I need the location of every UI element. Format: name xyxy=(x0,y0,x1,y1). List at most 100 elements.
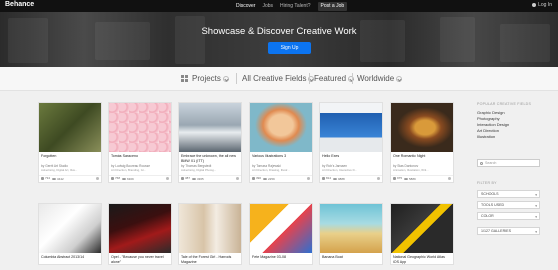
project-thumbnail[interactable] xyxy=(391,103,453,152)
project-thumbnail[interactable] xyxy=(391,204,453,253)
chevron-down-icon: ▾ xyxy=(535,215,537,219)
project-card[interactable]: Hello Exes by Rob's Janssen Art Directio… xyxy=(319,102,383,183)
info-icon[interactable] xyxy=(377,177,380,180)
field-link-interaction-design[interactable]: Interaction Design xyxy=(477,122,509,127)
likes-count: 975 xyxy=(397,176,403,181)
appreciate-icon xyxy=(181,176,184,180)
behance-logo[interactable]: Behance xyxy=(5,1,34,8)
top-nav-bar: Behance Discover Jobs Hiring Talent? Pos… xyxy=(0,0,558,12)
project-title[interactable]: Columbia Abstract 2013/14 xyxy=(39,253,101,264)
views-count: 6309 xyxy=(127,176,134,181)
project-title[interactable]: Embrace the unknown, the all new BMW X1 … xyxy=(179,152,241,163)
project-title[interactable]: One Romantic Night xyxy=(391,152,453,163)
info-icon[interactable] xyxy=(448,177,451,180)
projects-dropdown[interactable]: Projects xyxy=(192,74,229,83)
nav-hiring-talent[interactable]: Hiring Talent? xyxy=(280,1,310,11)
project-title[interactable]: Forgotten xyxy=(39,152,101,163)
views-icon xyxy=(122,177,127,180)
project-thumbnail[interactable] xyxy=(39,103,101,152)
project-title[interactable]: Banana Boat xyxy=(320,253,382,264)
project-stats: 387 3365 xyxy=(179,174,241,182)
worldwide-label: Worldwide xyxy=(357,74,395,83)
chevron-down-icon xyxy=(396,75,403,82)
field-link-photography[interactable]: Photography xyxy=(477,116,500,121)
filter-color-label: COLOR xyxy=(481,214,494,218)
project-card[interactable]: One Romantic Night by Stas Dantonov Anim… xyxy=(390,102,454,183)
project-title[interactable]: Hello Exes xyxy=(320,152,382,163)
nav-discover[interactable]: Discover xyxy=(236,1,255,11)
project-title[interactable]: Tomás Saraceno xyxy=(109,152,171,163)
field-link-art-direction[interactable]: Art Direction xyxy=(477,128,499,133)
worldwide-dropdown[interactable]: Worldwide xyxy=(357,74,403,83)
nav-jobs[interactable]: Jobs xyxy=(262,1,273,11)
filter-galleries-label: 1/127 GALLERIES xyxy=(481,229,511,233)
info-icon[interactable] xyxy=(96,177,99,180)
project-card[interactable]: Forgotten by Gerrit Art Studio Advertisi… xyxy=(38,102,102,183)
project-stats: 814 9888 xyxy=(320,174,382,182)
project-thumbnail[interactable] xyxy=(109,204,171,253)
info-icon[interactable] xyxy=(236,177,239,180)
featured-dropdown[interactable]: Featured xyxy=(314,74,355,83)
appreciate-icon xyxy=(322,176,325,180)
views-icon xyxy=(192,177,197,180)
project-thumbnail[interactable] xyxy=(179,204,241,253)
login-link[interactable]: Log In xyxy=(532,2,552,8)
project-fields: Art Direction, Branding, Gr... xyxy=(111,168,146,172)
filter-schools[interactable]: SCHOOLS ▾ xyxy=(477,190,540,198)
project-card[interactable]: Fete Magazine 03-08 xyxy=(249,203,313,265)
appreciate-icon xyxy=(393,176,396,180)
appreciate-icon xyxy=(111,176,114,180)
project-title[interactable]: Opel - "Because you never travel alone" xyxy=(109,253,171,264)
project-title[interactable]: Tale of the Forest Girl - Harrods Magazi… xyxy=(179,253,241,264)
field-link-illustration[interactable]: Illustration xyxy=(477,134,495,139)
hero-bg-artwork xyxy=(440,17,475,62)
project-stats: 975 5889 xyxy=(391,174,453,182)
creative-fields-label: All Creative Fields xyxy=(242,74,307,83)
views-count: 9888 xyxy=(338,176,345,181)
project-card[interactable]: Banana Boat xyxy=(319,203,383,265)
project-card[interactable]: National Geographic World Atlas iOS App xyxy=(390,203,454,265)
project-card[interactable]: Various Illustrations 3 by Tomasz Rajews… xyxy=(249,102,313,183)
info-icon[interactable] xyxy=(166,177,169,180)
creative-fields-dropdown[interactable]: All Creative Fields xyxy=(242,74,315,83)
project-card[interactable]: Tomás Saraceno by Ludwig Boureau Rousse … xyxy=(108,102,172,183)
signup-button[interactable]: Sign Up xyxy=(268,42,311,54)
appreciate-icon xyxy=(252,176,255,180)
filter-bar: Projects All Creative Fields Featured Wo… xyxy=(0,67,558,91)
project-thumbnail[interactable] xyxy=(320,103,382,152)
project-fields: Advertising, Digital Photog... xyxy=(181,168,217,172)
project-thumbnail[interactable] xyxy=(250,204,312,253)
project-title[interactable]: National Geographic World Atlas iOS App xyxy=(391,253,453,264)
project-card[interactable]: Embrace the unknown, the all new BMW X1 … xyxy=(178,102,242,183)
project-title[interactable]: Fete Magazine 03-08 xyxy=(250,253,312,264)
field-link-graphic-design[interactable]: Graphic Design xyxy=(477,110,505,115)
project-thumbnail[interactable] xyxy=(109,103,171,152)
post-job-button[interactable]: Post a Job xyxy=(317,2,348,11)
filter-schools-label: SCHOOLS xyxy=(481,192,499,196)
project-thumbnail[interactable] xyxy=(320,204,382,253)
grid-view-icon[interactable] xyxy=(181,75,188,82)
featured-label: Featured xyxy=(314,74,347,83)
project-thumbnail[interactable] xyxy=(179,103,241,152)
project-thumbnail[interactable] xyxy=(39,204,101,253)
project-title[interactable]: Various Illustrations 3 xyxy=(250,152,312,163)
project-fields: Art Direction, Interactive D... xyxy=(322,168,357,172)
project-card[interactable]: Columbia Abstract 2013/14 xyxy=(38,203,102,265)
likes-count: 814 xyxy=(326,176,332,181)
projects-label: Projects xyxy=(192,74,221,83)
filter-color[interactable]: COLOR ▾ xyxy=(477,212,540,220)
project-stats: 390 2259 xyxy=(250,174,312,182)
project-thumbnail[interactable] xyxy=(250,103,312,152)
sidebar-search-input[interactable]: Search xyxy=(477,159,540,167)
project-card[interactable]: Opel - "Because you never travel alone" xyxy=(108,203,172,265)
info-icon[interactable] xyxy=(307,177,310,180)
likes-count: 734 xyxy=(45,176,51,181)
filter-galleries[interactable]: 1/127 GALLERIES ▾ xyxy=(477,227,540,235)
filter-by-heading: FILTER BY xyxy=(477,181,497,185)
project-card[interactable]: Tale of the Forest Girl - Harrods Magazi… xyxy=(178,203,242,265)
filter-tools-used[interactable]: TOOLS USED ▾ xyxy=(477,201,540,209)
views-count: 3365 xyxy=(197,176,204,181)
project-fields: Advertising, Digital Art, Illus... xyxy=(41,168,78,172)
chevron-down-icon: ▾ xyxy=(535,193,537,197)
appreciate-icon xyxy=(41,176,44,180)
